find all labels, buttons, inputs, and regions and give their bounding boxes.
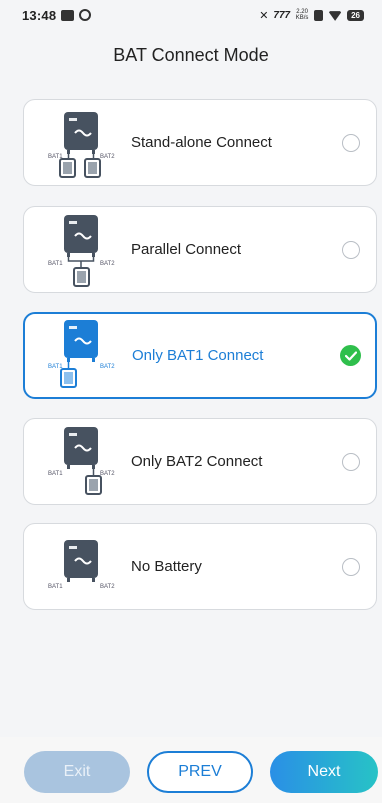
option-parallel-connect[interactable]: BAT1 BAT2 Parallel Connect: [23, 206, 377, 293]
wifi-icon: [328, 9, 342, 21]
sim-icon: [314, 9, 324, 21]
bat2-label: BAT2: [100, 261, 115, 267]
terminal-right: [92, 465, 95, 469]
page-title: BAT Connect Mode: [113, 45, 269, 65]
option-stand-alone-connect[interactable]: BAT1 BAT2 Stand-alone Connect: [23, 99, 377, 186]
check-circle-icon[interactable]: [340, 345, 361, 366]
option-label: Stand-alone Connect: [131, 134, 272, 151]
terminal-left: [67, 465, 70, 469]
inverter-bat2-only-icon: BAT1 BAT2: [48, 427, 115, 495]
inverter-batteries-parallel-icon: BAT1 BAT2: [48, 215, 115, 287]
inverter-bat1-only-icon: BAT1 BAT2: [48, 320, 115, 388]
next-button[interactable]: Next: [270, 751, 378, 793]
bat2-label: BAT2: [100, 471, 115, 477]
mail-icon: [61, 9, 75, 21]
bat1-label: BAT1: [48, 471, 63, 477]
inverter-display: [69, 433, 77, 436]
inverter-two-batteries-standalone-icon: BAT1 BAT2: [48, 112, 115, 178]
status-bar-right: ✕ 777 2.20 KB/s 26: [259, 9, 364, 22]
inverter-display: [69, 546, 77, 549]
radio-unchecked[interactable]: [342, 240, 360, 259]
bat2-label: BAT2: [100, 364, 115, 370]
status-bar: 13:48 ✕ 777 2.20 KB/s 26: [0, 0, 382, 30]
terminal-left: [67, 150, 70, 154]
parallel-wire: [67, 257, 95, 268]
inverter-display: [69, 326, 77, 329]
bat1-label: BAT1: [48, 584, 63, 590]
checkmark-icon: [344, 350, 357, 361]
option-only-bat2-connect[interactable]: BAT1 BAT2 Only BAT2 Connect: [23, 418, 377, 505]
option-label: Only BAT1 Connect: [132, 347, 264, 364]
status-bar-left: 13:48: [22, 7, 92, 23]
option-label: Parallel Connect: [131, 241, 242, 258]
inverter-display: [69, 221, 77, 224]
battery-cells: [77, 271, 86, 283]
option-label: Only BAT2 Connect: [131, 453, 263, 470]
option-no-battery[interactable]: BAT1 BAT2 No Battery: [23, 523, 377, 610]
battery-indicator: 26: [347, 9, 364, 21]
radio-unchecked[interactable]: [342, 557, 360, 576]
status-time: 13:48: [22, 7, 57, 23]
option-label: No Battery: [131, 558, 202, 575]
terminal-right: [92, 578, 95, 582]
radio-unchecked[interactable]: [342, 133, 360, 152]
terminal-right: [92, 150, 95, 154]
inverter-display: [69, 118, 77, 121]
exit-button[interactable]: Exit: [24, 751, 130, 793]
sync-icon: [79, 9, 92, 21]
mute-icon: ✕: [259, 9, 269, 22]
signal-text: 777: [273, 9, 291, 21]
bat2-label: BAT2: [100, 154, 115, 160]
screen: 13:48 ✕ 777 2.20 KB/s 26 BAT Connect Mod…: [0, 0, 382, 803]
battery-2-cells: [89, 479, 98, 491]
option-only-bat1-connect[interactable]: BAT1 BAT2 Only BAT1 Connect: [23, 312, 377, 399]
terminal-right: [92, 253, 95, 257]
battery-1-cells: [63, 162, 72, 174]
prev-button[interactable]: PREV: [147, 751, 253, 793]
bat1-label: BAT1: [48, 154, 63, 160]
inverter-no-battery-icon: BAT1 BAT2: [48, 540, 115, 590]
terminal-right: [92, 358, 95, 362]
terminal-left: [67, 358, 70, 362]
battery-1-cells: [64, 372, 73, 384]
network-speed: 2.20 KB/s: [295, 9, 309, 21]
radio-unchecked[interactable]: [342, 452, 360, 471]
terminal-left: [67, 578, 70, 582]
battery-2-cells: [88, 162, 97, 174]
terminal-left: [67, 253, 70, 257]
bat2-label: BAT2: [100, 584, 115, 590]
bat1-label: BAT1: [48, 364, 63, 370]
bat1-label: BAT1: [48, 261, 63, 267]
